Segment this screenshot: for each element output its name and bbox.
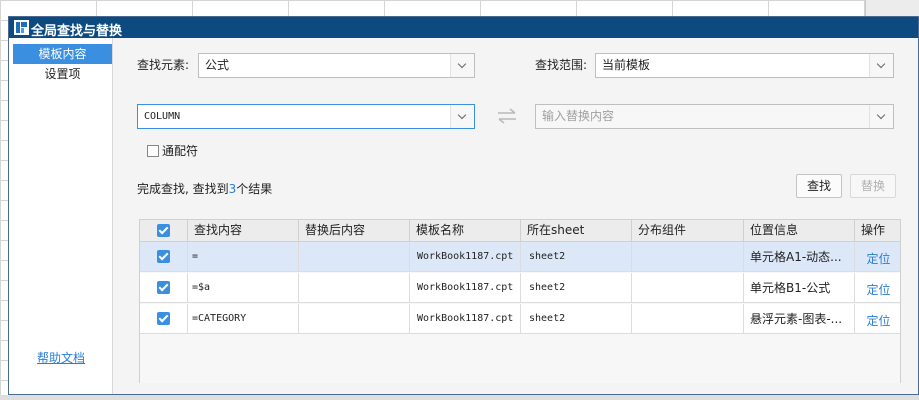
dialog-title: 全局查找与替换 bbox=[31, 24, 123, 39]
swap-arrows-icon bbox=[498, 108, 516, 124]
row-select-cell bbox=[140, 242, 188, 272]
find-scope-value: 当前模板 bbox=[602, 58, 651, 72]
app-logo-icon bbox=[14, 20, 29, 35]
cell-replaced-content bbox=[299, 304, 410, 334]
cell-template-name: WorkBook1187.cpt bbox=[410, 304, 521, 334]
row-select-cell bbox=[140, 304, 188, 334]
locate-link[interactable]: 定位 bbox=[855, 273, 902, 303]
find-content-value: COLUMN bbox=[144, 111, 181, 122]
status-prefix: 完成查找, 查找到 bbox=[137, 182, 229, 196]
row-checkbox[interactable] bbox=[157, 281, 170, 294]
select-all-checkbox[interactable] bbox=[157, 224, 170, 237]
col-header-template-name[interactable]: 模板名称 bbox=[410, 220, 521, 241]
row-checkbox[interactable] bbox=[157, 250, 170, 263]
col-header-find-content[interactable]: 查找内容 bbox=[188, 220, 299, 241]
status-suffix: 个结果 bbox=[236, 182, 273, 196]
chevron-down-icon[interactable] bbox=[869, 54, 893, 77]
table-row[interactable]: =CATEGORY WorkBook1187.cpt sheet2 悬浮元素-图… bbox=[140, 304, 900, 334]
replace-button[interactable]: 替换 bbox=[850, 174, 896, 198]
cell-replaced-content bbox=[299, 242, 410, 272]
cell-find-content: = bbox=[188, 242, 299, 272]
table-header: 查找内容 替换后内容 模板名称 所在sheet 分布组件 位置信息 操作 bbox=[140, 220, 900, 242]
cell-sheet: sheet2 bbox=[521, 242, 632, 272]
table-row[interactable]: =$a WorkBook1187.cpt sheet2 单元格B1-公式 定位 bbox=[140, 273, 900, 303]
spreadsheet-bottom-bar bbox=[0, 395, 919, 400]
sidebar-item-template-content[interactable]: 模板内容 bbox=[13, 44, 112, 64]
sidebar-item-settings[interactable]: 设置项 bbox=[13, 64, 112, 84]
row-checkbox[interactable] bbox=[157, 312, 170, 325]
table-row[interactable]: = WorkBook1187.cpt sheet2 单元格A1-动态... 定位 bbox=[140, 242, 900, 272]
find-content-input[interactable]: COLUMN bbox=[137, 104, 475, 129]
cell-template-name: WorkBook1187.cpt bbox=[410, 242, 521, 272]
find-element-select[interactable]: 公式 bbox=[198, 53, 475, 78]
find-element-value: 公式 bbox=[205, 58, 230, 72]
cell-position: 悬浮元素-图表-... bbox=[744, 304, 855, 334]
dialog-sidebar: 模板内容 设置项 帮助文档 bbox=[9, 38, 113, 394]
cell-component bbox=[632, 304, 744, 334]
wildcard-label: 通配符 bbox=[162, 144, 199, 158]
find-scope-label: 查找范围: bbox=[535, 58, 588, 72]
locate-link[interactable]: 定位 bbox=[855, 304, 902, 334]
search-status: 完成查找, 查找到3个结果 bbox=[137, 178, 272, 200]
cell-replaced-content bbox=[299, 273, 410, 303]
dialog-titlebar[interactable]: 全局查找与替换 bbox=[9, 17, 918, 39]
cell-sheet: sheet2 bbox=[521, 273, 632, 303]
cell-component bbox=[632, 242, 744, 272]
col-header-position[interactable]: 位置信息 bbox=[744, 220, 855, 241]
col-header-sheet[interactable]: 所在sheet bbox=[521, 220, 632, 241]
chevron-down-icon[interactable] bbox=[869, 105, 893, 128]
find-scope-select[interactable]: 当前模板 bbox=[595, 53, 894, 78]
cell-sheet: sheet2 bbox=[521, 304, 632, 334]
cell-position: 单元格B1-公式 bbox=[744, 273, 855, 303]
col-header-action[interactable]: 操作 bbox=[855, 220, 902, 241]
find-replace-dialog: 全局查找与替换 模板内容 设置项 帮助文档 查找元素: 公式 查找范围: 当前模… bbox=[8, 16, 919, 395]
select-all-header bbox=[140, 220, 188, 241]
find-button[interactable]: 查找 bbox=[796, 174, 842, 198]
cell-template-name: WorkBook1187.cpt bbox=[410, 273, 521, 303]
replace-content-input[interactable]: 输入替换内容 bbox=[535, 104, 894, 129]
chevron-down-icon[interactable] bbox=[450, 105, 474, 128]
cell-position: 单元格A1-动态... bbox=[744, 242, 855, 272]
row-select-cell bbox=[140, 273, 188, 303]
chevron-down-icon[interactable] bbox=[450, 54, 474, 77]
replace-content-placeholder: 输入替换内容 bbox=[542, 109, 615, 123]
dialog-content: 查找元素: 公式 查找范围: 当前模板 COLUMN 输入替换内容 通配符 完成… bbox=[113, 38, 918, 394]
find-element-label: 查找元素: bbox=[137, 58, 190, 72]
cell-find-content: =$a bbox=[188, 273, 299, 303]
wildcard-checkbox[interactable] bbox=[147, 145, 159, 157]
help-doc-link[interactable]: 帮助文档 bbox=[37, 349, 85, 366]
cell-find-content: =CATEGORY bbox=[188, 304, 299, 334]
table-empty-area bbox=[140, 335, 900, 383]
col-header-component[interactable]: 分布组件 bbox=[632, 220, 744, 241]
cell-component bbox=[632, 273, 744, 303]
results-table: 查找内容 替换后内容 模板名称 所在sheet 分布组件 位置信息 操作 = W… bbox=[139, 219, 901, 383]
col-header-replaced-content[interactable]: 替换后内容 bbox=[299, 220, 410, 241]
locate-link[interactable]: 定位 bbox=[855, 242, 902, 272]
